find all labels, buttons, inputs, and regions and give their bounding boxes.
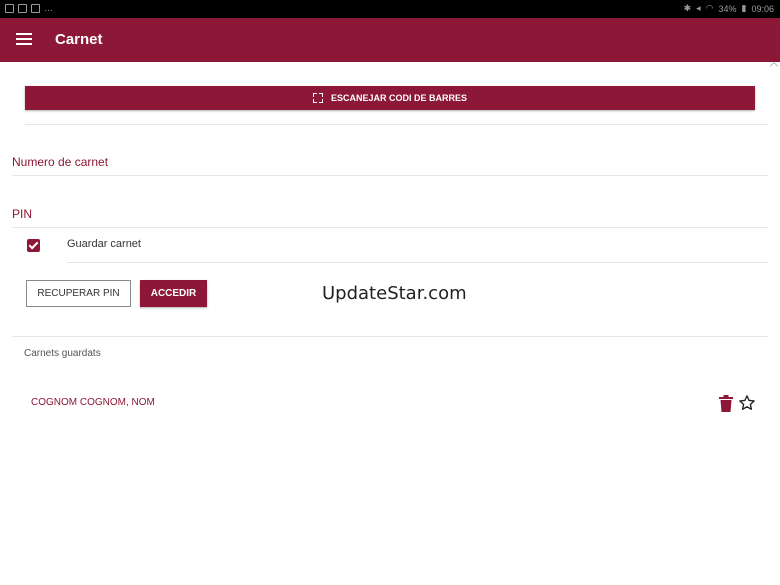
- battery-level: 34%: [718, 3, 737, 14]
- trash-icon[interactable]: [719, 395, 733, 412]
- more-notifications-icon: …: [44, 3, 53, 13]
- saved-cards-title: Carnets guardats: [24, 348, 101, 359]
- notification-icons: …: [5, 3, 53, 13]
- saved-card-name[interactable]: COGNOM COGNOM, NOM: [31, 397, 155, 408]
- status-bar: … ✱ ◂ ◠ 34% ▮ 09:06: [0, 0, 780, 18]
- scan-barcode-button[interactable]: ESCANEJAR CODI DE BARRES: [25, 86, 755, 110]
- scan-barcode-label: ESCANEJAR CODI DE BARRES: [330, 93, 468, 103]
- scan-barcode-icon: [312, 93, 323, 103]
- app-bar: Carnet: [0, 18, 780, 62]
- recover-pin-button[interactable]: RECUPERAR PIN: [26, 280, 131, 307]
- divider: [12, 336, 768, 337]
- watermark: UpdateStar.com: [322, 283, 467, 304]
- battery-icon: ▮: [741, 3, 747, 13]
- bluetooth-icon: ✱: [683, 3, 692, 13]
- notification-icon: [5, 3, 14, 13]
- card-number-underline: [12, 175, 768, 176]
- mute-icon: ◂: [696, 3, 701, 13]
- wifi-icon: ◠: [705, 3, 714, 13]
- scroll-up-indicator-icon: [769, 61, 779, 71]
- clock: 09:06: [751, 3, 774, 14]
- system-status: ✱ ◂ ◠ 34% ▮ 09:06: [684, 3, 774, 14]
- menu-icon[interactable]: [16, 33, 32, 47]
- pin-field[interactable]: [12, 204, 768, 226]
- pin-underline: [12, 227, 768, 228]
- notification-icon: [18, 3, 27, 13]
- divider: [67, 262, 768, 263]
- divider: [25, 124, 768, 125]
- star-outline-icon[interactable]: [738, 394, 756, 412]
- image-icon: [31, 3, 40, 13]
- save-card-checkbox[interactable]: [27, 239, 40, 252]
- save-card-label: Guardar carnet: [67, 238, 141, 250]
- page-title: Carnet: [55, 31, 103, 48]
- login-button[interactable]: ACCEDIR: [140, 280, 207, 307]
- card-number-field[interactable]: [12, 152, 768, 174]
